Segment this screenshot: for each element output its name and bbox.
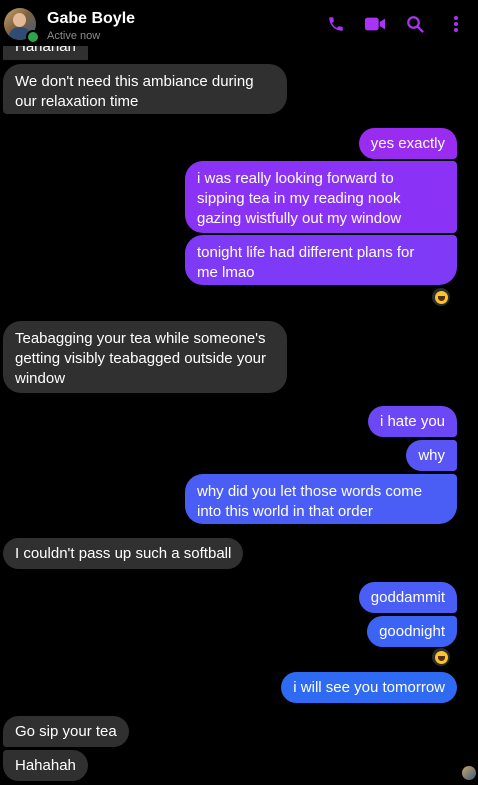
avatar-face bbox=[13, 13, 26, 27]
message-text-line: gazing wistfully out my window bbox=[197, 210, 402, 227]
message-text-line: i will see you tomorrow bbox=[293, 679, 445, 696]
message-text-line: why bbox=[418, 447, 445, 464]
message-text-line: goodnight bbox=[379, 623, 445, 640]
seen-receipt-avatar bbox=[462, 766, 476, 780]
message-text-line: i was really looking forward to bbox=[197, 170, 394, 187]
reaction-badge[interactable] bbox=[432, 648, 450, 666]
message-bubble-outgoing[interactable]: goddammit bbox=[358, 582, 457, 613]
message-bubble-incoming[interactable]: Go sip your tea bbox=[3, 716, 129, 747]
message-bubble-outgoing[interactable]: why did you let those words come into th… bbox=[185, 474, 457, 524]
message-text-line: our relaxation time bbox=[15, 93, 139, 110]
message-text-line: Teabagging your tea while someone's bbox=[15, 330, 266, 347]
message-bubble-incoming[interactable]: I couldn't pass up such a softball bbox=[3, 538, 244, 569]
video-camera-icon[interactable] bbox=[364, 13, 386, 35]
contact-status: Active now bbox=[47, 30, 101, 42]
message-text-line: yes exactly bbox=[370, 135, 445, 152]
message-bubble-outgoing[interactable]: i will see you tomorrow bbox=[281, 672, 457, 703]
message-text-line: Hahahah bbox=[15, 757, 76, 774]
chat-header: Gabe Boyle Active now bbox=[0, 0, 478, 46]
message-text-line: into this world in that order bbox=[197, 503, 373, 520]
more-options-icon[interactable] bbox=[445, 13, 467, 35]
message-text-line: tonight life had different plans for bbox=[197, 244, 415, 261]
message-bubble-outgoing[interactable]: i hate you bbox=[367, 406, 457, 437]
search-icon[interactable] bbox=[404, 13, 426, 35]
message-text-line: getting visibly teabagged outside your bbox=[15, 350, 267, 367]
message-bubble-outgoing[interactable]: goodnight bbox=[367, 616, 457, 647]
message-text-line: i hate you bbox=[379, 413, 445, 430]
message-text-line: I couldn't pass up such a softball bbox=[15, 545, 232, 562]
laughing-emoji-icon bbox=[434, 290, 448, 304]
message-bubble-outgoing[interactable]: why bbox=[406, 440, 457, 471]
reaction-badge[interactable] bbox=[432, 288, 450, 306]
message-bubble-incoming[interactable]: Teabagging your tea while someone's gett… bbox=[3, 321, 287, 393]
message-text-line: why did you let those words come bbox=[197, 483, 423, 500]
message-bubble-incoming[interactable]: Hahahah bbox=[3, 750, 88, 781]
contact-name[interactable]: Gabe Boyle bbox=[47, 10, 135, 28]
message-bubble-outgoing[interactable]: yes exactly bbox=[358, 128, 457, 159]
message-text-line: window bbox=[15, 370, 66, 387]
message-text-line: Go sip your tea bbox=[15, 723, 117, 740]
laughing-emoji-icon bbox=[434, 650, 448, 664]
message-text-line: sipping tea in my reading nook bbox=[197, 190, 401, 207]
message-text-line: me lmao bbox=[197, 264, 255, 281]
message-bubble-incoming[interactable]: We don't need this ambiance during our r… bbox=[3, 64, 287, 114]
message-bubble-outgoing[interactable]: i was really looking forward to sipping … bbox=[185, 161, 457, 233]
message-bubble-outgoing[interactable]: tonight life had different plans for me … bbox=[185, 235, 457, 285]
online-status-dot bbox=[26, 30, 40, 44]
message-text-line: We don't need this ambiance during bbox=[15, 73, 254, 90]
phone-icon[interactable] bbox=[325, 13, 347, 35]
message-text-line: goddammit bbox=[370, 589, 445, 606]
